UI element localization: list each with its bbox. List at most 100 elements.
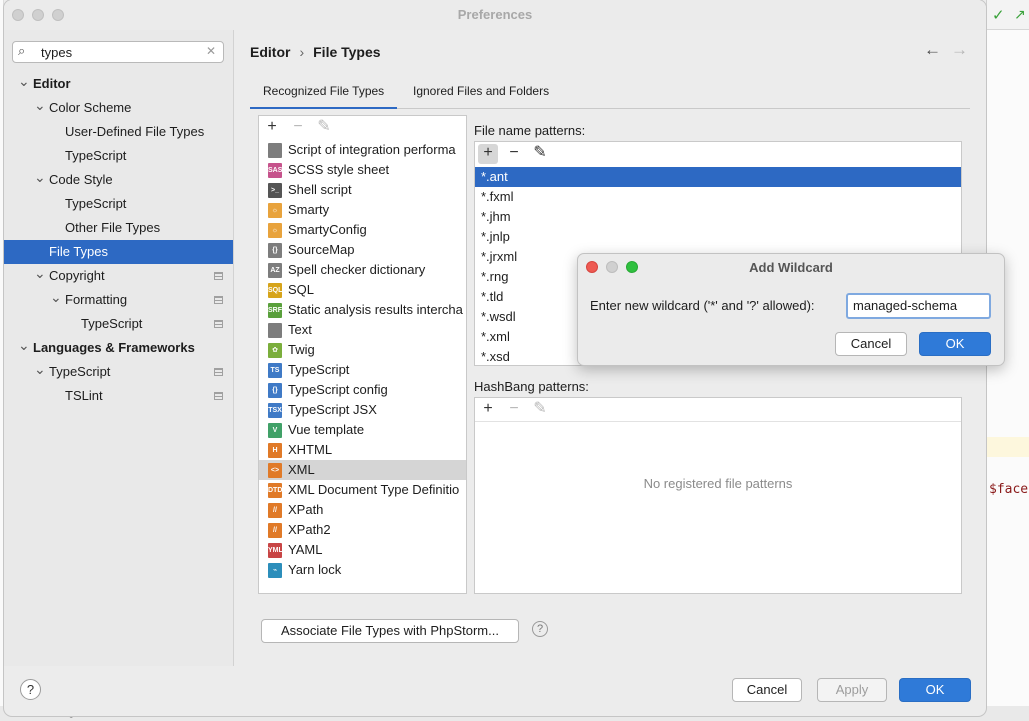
file-type-row[interactable]: H XHTML — [259, 440, 466, 460]
sarif-icon: SRF — [268, 303, 282, 318]
file-type-name: Smarty — [288, 202, 330, 217]
sidebar-item[interactable]: ⌄ TypeScript — [4, 360, 233, 384]
remove-file-type-button[interactable]: − — [288, 118, 308, 138]
search-value: types — [41, 45, 73, 60]
edit-pattern-button[interactable]: ✎ — [530, 144, 550, 164]
file-type-row[interactable]: ⌁ Yarn lock — [259, 560, 466, 580]
breadcrumb-parent[interactable]: Editor — [250, 44, 290, 60]
sidebar-item[interactable]: TypeScript — [4, 192, 233, 216]
back-arrow-icon[interactable]: ← — [924, 40, 941, 60]
help-button[interactable]: ? — [20, 679, 41, 700]
remove-hashbang-button[interactable]: − — [504, 400, 524, 420]
pattern-row[interactable]: *.jhm — [475, 207, 961, 227]
file-type-row[interactable]: V Vue template — [259, 420, 466, 440]
chevron-down-icon[interactable]: ⌄ — [18, 69, 30, 93]
file-type-row[interactable]: // XPath — [259, 500, 466, 520]
apply-button[interactable]: Apply — [817, 678, 887, 702]
chevron-down-icon[interactable]: ⌄ — [34, 93, 46, 117]
sidebar-item-label: File Types — [49, 244, 109, 259]
sidebar-item-label: TypeScript — [65, 196, 127, 211]
file-type-name: Text — [288, 322, 312, 337]
associate-help-icon[interactable]: ? — [532, 621, 548, 637]
forward-arrow-icon[interactable]: → — [951, 40, 968, 60]
sourcemap-icon: {} — [268, 243, 282, 258]
typescript-icon: TS — [268, 363, 282, 378]
file-type-row[interactable]: YML YAML — [259, 540, 466, 560]
sidebar-item[interactable]: ⌄ Copyright — [4, 264, 233, 288]
file-type-row[interactable]: Script of integration performa — [259, 140, 466, 160]
shell-icon: >_ — [268, 183, 282, 198]
chevron-down-icon[interactable]: ⌄ — [18, 333, 30, 357]
settings-sidebar: ⌕ types ✕ ⌄ Editor ⌄ Color Scheme User-Defin… — [4, 30, 234, 666]
file-type-row[interactable]: ☼ Smarty — [259, 200, 466, 220]
add-file-type-button[interactable]: + — [262, 118, 282, 138]
sidebar-item-label: TypeScript — [65, 148, 127, 163]
sidebar-item-label: Color Scheme — [49, 100, 132, 115]
sidebar-item[interactable]: ⌄ Color Scheme — [4, 96, 233, 120]
dialog-ok-button[interactable]: OK — [919, 332, 991, 356]
file-type-row[interactable]: ☼ SmartyConfig — [259, 220, 466, 240]
file-type-name: TypeScript config — [288, 382, 388, 397]
text-icon — [268, 323, 282, 338]
chevron-down-icon[interactable]: ⌄ — [34, 165, 46, 189]
cancel-button[interactable]: Cancel — [732, 678, 802, 702]
window-title: Preferences — [457, 7, 533, 22]
file-type-row[interactable]: TS TypeScript — [259, 360, 466, 380]
project-settings-icon — [214, 272, 223, 280]
sidebar-item[interactable]: ⌄ Formatting — [4, 288, 233, 312]
file-type-name: YAML — [288, 542, 323, 557]
sidebar-item[interactable]: User-Defined File Types — [4, 120, 233, 144]
associate-file-types-button[interactable]: Associate File Types with PhpStorm... — [261, 619, 519, 643]
dialog-title: Add Wildcard — [749, 260, 833, 275]
file-type-row[interactable]: // XPath2 — [259, 520, 466, 540]
file-type-row[interactable]: AZ Spell checker dictionary — [259, 260, 466, 280]
add-hashbang-button[interactable]: + — [478, 400, 498, 420]
chevron-down-icon[interactable]: ⌄ — [50, 285, 62, 309]
file-type-name: XML — [288, 462, 315, 477]
file-name-patterns-label: File name patterns: — [474, 123, 586, 138]
file-type-row[interactable]: >_ Shell script — [259, 180, 466, 200]
sidebar-item-label: TSLint — [65, 388, 103, 403]
chevron-down-icon[interactable]: ⌄ — [34, 261, 46, 285]
pattern-row[interactable]: *.jnlp — [475, 227, 961, 247]
xhtml-icon: H — [268, 443, 282, 458]
project-settings-icon — [214, 320, 223, 328]
file-type-row[interactable]: DTD XML Document Type Definitio — [259, 480, 466, 500]
sidebar-item[interactable]: Other File Types — [4, 216, 233, 240]
file-type-row[interactable]: <> XML — [259, 460, 466, 480]
pattern-row[interactable]: *.ant — [475, 167, 961, 187]
sidebar-item-label: Languages & Frameworks — [33, 340, 195, 355]
ok-button[interactable]: OK — [899, 678, 971, 702]
sidebar-item[interactable]: TSLint — [4, 384, 233, 408]
file-type-row[interactable]: {} SourceMap — [259, 240, 466, 260]
clear-search-icon[interactable]: ✕ — [206, 44, 216, 58]
file-type-name: XML Document Type Definitio — [288, 482, 460, 497]
file-type-row[interactable]: SQL SQL — [259, 280, 466, 300]
file-type-row[interactable]: SASS SCSS style sheet — [259, 160, 466, 180]
file-type-row[interactable]: TSX TypeScript JSX — [259, 400, 466, 420]
file-type-row[interactable]: Text — [259, 320, 466, 340]
file-type-row[interactable]: ✿ Twig — [259, 340, 466, 360]
add-pattern-button[interactable]: + — [478, 144, 498, 164]
sidebar-item[interactable]: TypeScript — [4, 312, 233, 336]
sidebar-item[interactable]: ⌄ Code Style — [4, 168, 233, 192]
settings-search-input[interactable]: ⌕ types ✕ — [12, 41, 224, 63]
wildcard-input[interactable]: managed-schema — [846, 293, 991, 319]
remove-pattern-button[interactable]: − — [504, 144, 524, 164]
checkmark-icon: ✓ — [992, 7, 1005, 24]
file-type-name: TypeScript JSX — [288, 402, 377, 417]
sidebar-item-label: TypeScript — [81, 316, 143, 331]
hashbang-empty-text: No registered file patterns — [643, 476, 793, 491]
edit-file-type-button[interactable]: ✎ — [314, 118, 334, 138]
tab-ignored-files-and-folders[interactable]: Ignored Files and Folders — [400, 84, 562, 109]
edit-hashbang-button[interactable]: ✎ — [530, 400, 550, 420]
chevron-down-icon[interactable]: ⌄ — [34, 357, 46, 381]
dialog-cancel-button[interactable]: Cancel — [835, 332, 907, 356]
tab-recognized-file-types[interactable]: Recognized File Types — [250, 84, 398, 109]
yaml-icon: YML — [268, 543, 283, 558]
xpath2-icon: // — [268, 523, 282, 538]
file-type-row[interactable]: {} TypeScript config — [259, 380, 466, 400]
sidebar-item-label: TypeScript — [49, 364, 111, 379]
file-type-row[interactable]: SRF Static analysis results intercha — [259, 300, 466, 320]
pattern-row[interactable]: *.fxml — [475, 187, 961, 207]
